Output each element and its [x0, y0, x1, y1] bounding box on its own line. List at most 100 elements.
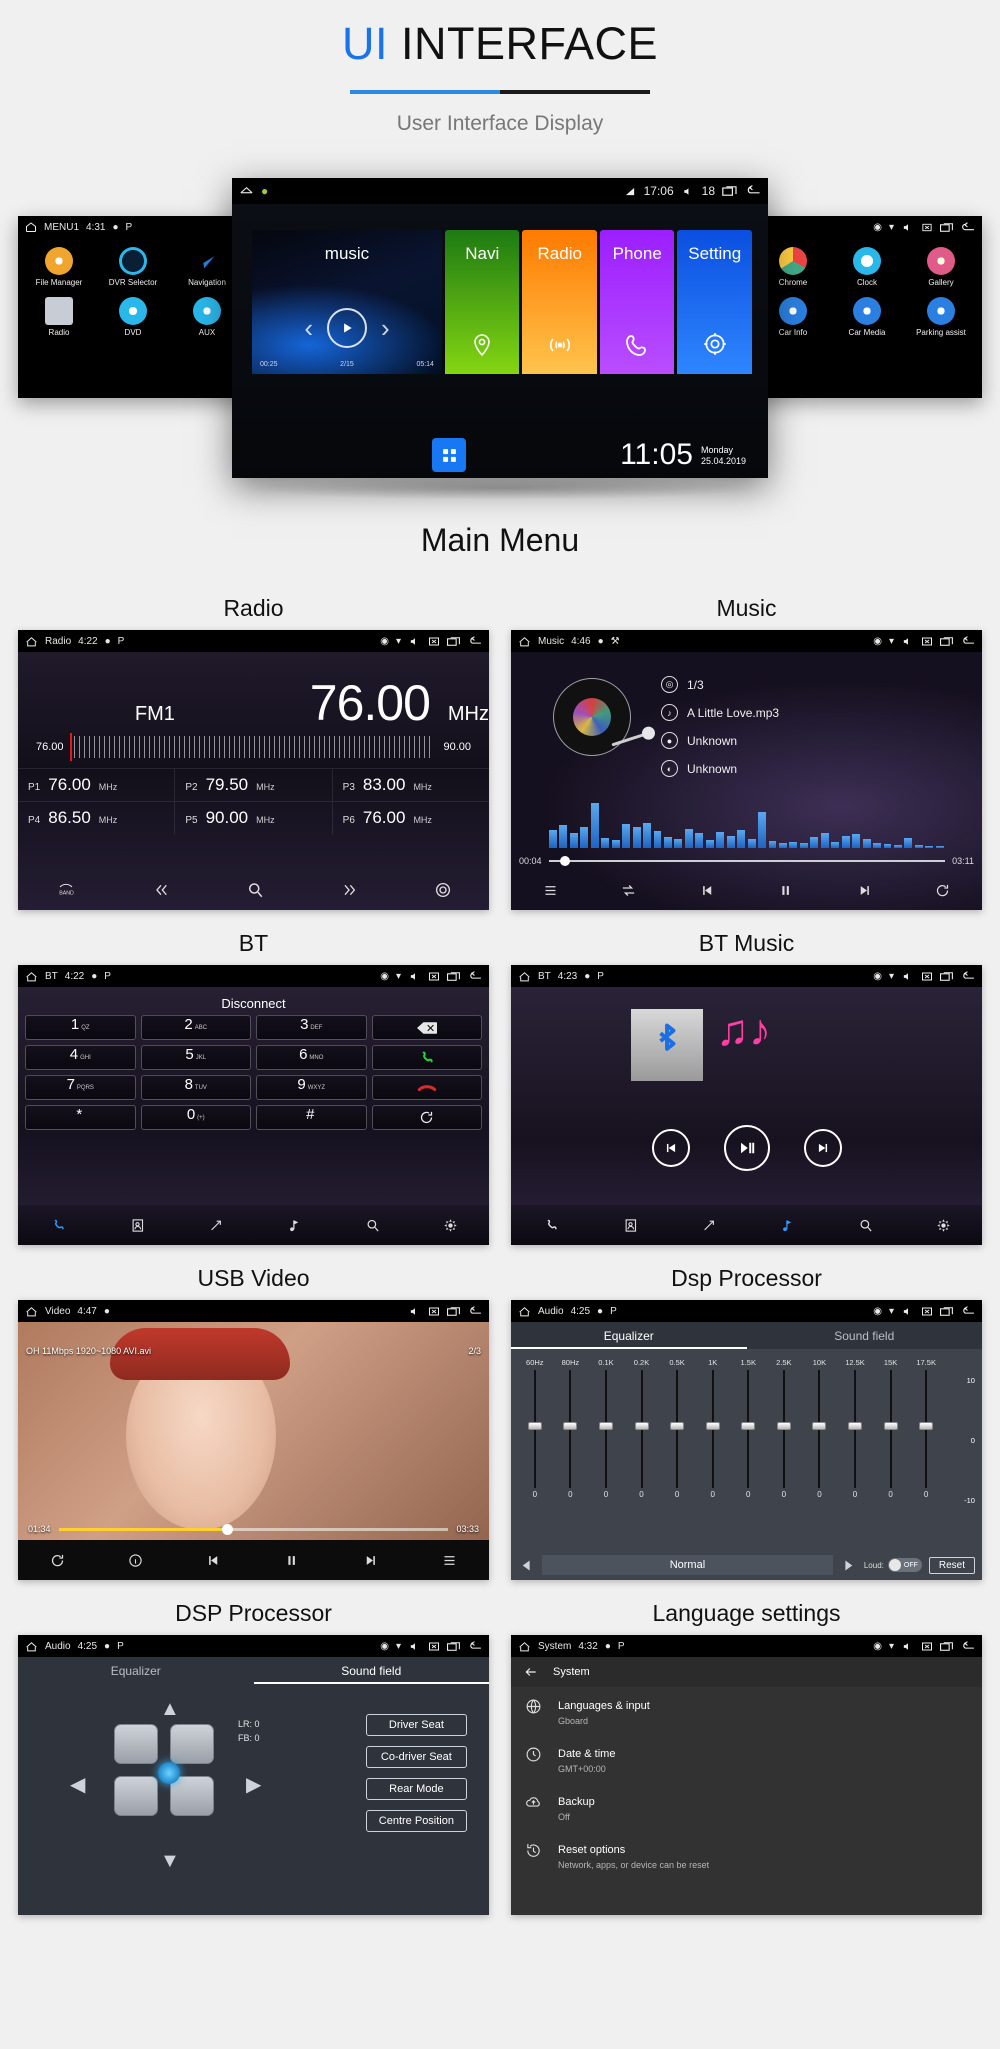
settings-button[interactable]: [936, 1218, 951, 1233]
band-slider[interactable]: [812, 1370, 827, 1488]
key-backspace[interactable]: [371, 1015, 482, 1040]
tile-phone[interactable]: Phone: [599, 230, 675, 374]
next-icon[interactable]: ›: [381, 315, 390, 341]
home-icon[interactable]: [25, 1640, 38, 1652]
close-icon[interactable]: [428, 1306, 440, 1317]
recents-icon[interactable]: [722, 185, 738, 197]
key-7[interactable]: 7 PQRS: [25, 1075, 136, 1100]
playlist-button[interactable]: [441, 1553, 458, 1568]
arrow-up-icon[interactable]: ▲: [160, 1698, 180, 1721]
slider-thumb[interactable]: [883, 1422, 898, 1430]
preset-p5[interactable]: P5 90.00 MHz: [175, 802, 333, 834]
eq-band[interactable]: 10K 0: [803, 1358, 837, 1499]
seat-rear-right[interactable]: [170, 1776, 214, 1816]
band-slider[interactable]: [919, 1370, 934, 1488]
bt-music-button[interactable]: [287, 1218, 302, 1233]
key-sync[interactable]: [371, 1105, 482, 1130]
close-icon[interactable]: [428, 636, 440, 647]
recents-icon[interactable]: [447, 1641, 461, 1652]
home-icon[interactable]: [25, 221, 37, 233]
progress-track[interactable]: [58, 1523, 449, 1535]
repeat-button[interactable]: [934, 883, 951, 898]
volume-icon[interactable]: [408, 1641, 421, 1652]
band-slider[interactable]: [741, 1370, 756, 1488]
reset-button[interactable]: Reset: [928, 1556, 975, 1574]
recents-icon[interactable]: [940, 971, 954, 982]
app-file-manager[interactable]: File Manager: [22, 247, 96, 287]
back-icon[interactable]: [468, 1640, 482, 1652]
preset-prev-button[interactable]: [518, 1558, 535, 1573]
band-slider[interactable]: [634, 1370, 649, 1488]
close-icon[interactable]: [921, 222, 933, 233]
close-icon[interactable]: [428, 1641, 440, 1652]
back-icon[interactable]: [961, 1640, 975, 1652]
key-hash[interactable]: #: [256, 1105, 367, 1130]
eq-band[interactable]: 17.5K 0: [909, 1358, 943, 1499]
app-radio[interactable]: Radio: [22, 297, 96, 337]
recents-icon[interactable]: [940, 222, 954, 233]
home-icon[interactable]: [518, 635, 531, 647]
eq-band[interactable]: 80Hz 0: [554, 1358, 588, 1499]
arrow-left-icon[interactable]: ◀: [70, 1772, 85, 1797]
repeat-button[interactable]: [49, 1553, 66, 1568]
key-0[interactable]: 0 (+): [140, 1105, 251, 1130]
settings-item-reset[interactable]: Reset options Network, apps, or device ca…: [511, 1831, 982, 1879]
key-star[interactable]: *: [25, 1105, 136, 1130]
key-6[interactable]: 6 MNO: [256, 1045, 367, 1070]
back-icon[interactable]: [745, 185, 761, 197]
contacts-button[interactable]: [130, 1218, 145, 1233]
prev-icon[interactable]: ‹: [304, 315, 313, 341]
key-8[interactable]: 8 TUV: [140, 1075, 251, 1100]
volume-icon[interactable]: [901, 636, 914, 647]
progress-thumb[interactable]: [222, 1523, 234, 1535]
preset-next-button[interactable]: [840, 1558, 857, 1573]
search-button[interactable]: [858, 1218, 873, 1233]
volume-icon[interactable]: [901, 222, 914, 233]
slider-thumb[interactable]: [705, 1422, 720, 1430]
close-icon[interactable]: [921, 1641, 933, 1652]
tile-radio[interactable]: Radio: [522, 230, 597, 374]
previous-button[interactable]: [151, 882, 171, 898]
key-call-end[interactable]: [371, 1075, 482, 1100]
play-button[interactable]: [326, 308, 367, 348]
app-gallery[interactable]: Gallery: [904, 247, 978, 287]
key-9[interactable]: 9 WXYZ: [256, 1075, 367, 1100]
tab-sound-field[interactable]: Sound field: [747, 1322, 983, 1349]
scan-button[interactable]: [246, 881, 264, 899]
preset-p3[interactable]: P3 83.00 MHz: [333, 769, 489, 801]
pause-button[interactable]: [283, 1553, 300, 1568]
shuffle-button[interactable]: [620, 883, 637, 898]
band-slider[interactable]: [563, 1370, 578, 1488]
sound-focus-point[interactable]: [158, 1762, 180, 1784]
volume-icon[interactable]: [408, 636, 421, 647]
back-icon[interactable]: [961, 221, 975, 233]
volume-icon[interactable]: [901, 971, 914, 982]
home-icon[interactable]: [518, 1305, 531, 1317]
bt-music-button[interactable]: [780, 1218, 795, 1233]
progress-track[interactable]: [548, 856, 946, 866]
next-button[interactable]: [803, 1129, 842, 1167]
key-5[interactable]: 5 JKL: [140, 1045, 251, 1070]
app-dvd[interactable]: DVD: [96, 297, 170, 337]
eq-band[interactable]: 2.5K 0: [767, 1358, 801, 1499]
arrow-down-icon[interactable]: ▼: [160, 1850, 180, 1873]
back-icon[interactable]: [961, 1305, 975, 1317]
slider-thumb[interactable]: [670, 1422, 685, 1430]
settings-button[interactable]: [434, 881, 452, 899]
back-arrow-icon[interactable]: [523, 1665, 539, 1679]
eq-band[interactable]: 0.5K 0: [660, 1358, 694, 1499]
dialpad-button[interactable]: [50, 1218, 67, 1233]
play-pause-button[interactable]: [723, 1125, 770, 1171]
back-icon[interactable]: [468, 635, 482, 647]
recents-icon[interactable]: [940, 1641, 954, 1652]
tuning-scale[interactable]: 76.00 90.00: [18, 732, 489, 761]
volume-icon[interactable]: [681, 186, 695, 197]
eq-band[interactable]: 0.1K 0: [589, 1358, 623, 1499]
eq-band[interactable]: 0.2K 0: [625, 1358, 659, 1499]
slider-thumb[interactable]: [598, 1422, 613, 1430]
settings-button[interactable]: [443, 1218, 458, 1233]
recents-icon[interactable]: [447, 1306, 461, 1317]
key-3[interactable]: 3 DEF: [256, 1015, 367, 1040]
slider-thumb[interactable]: [563, 1422, 578, 1430]
band-slider[interactable]: [527, 1370, 542, 1488]
